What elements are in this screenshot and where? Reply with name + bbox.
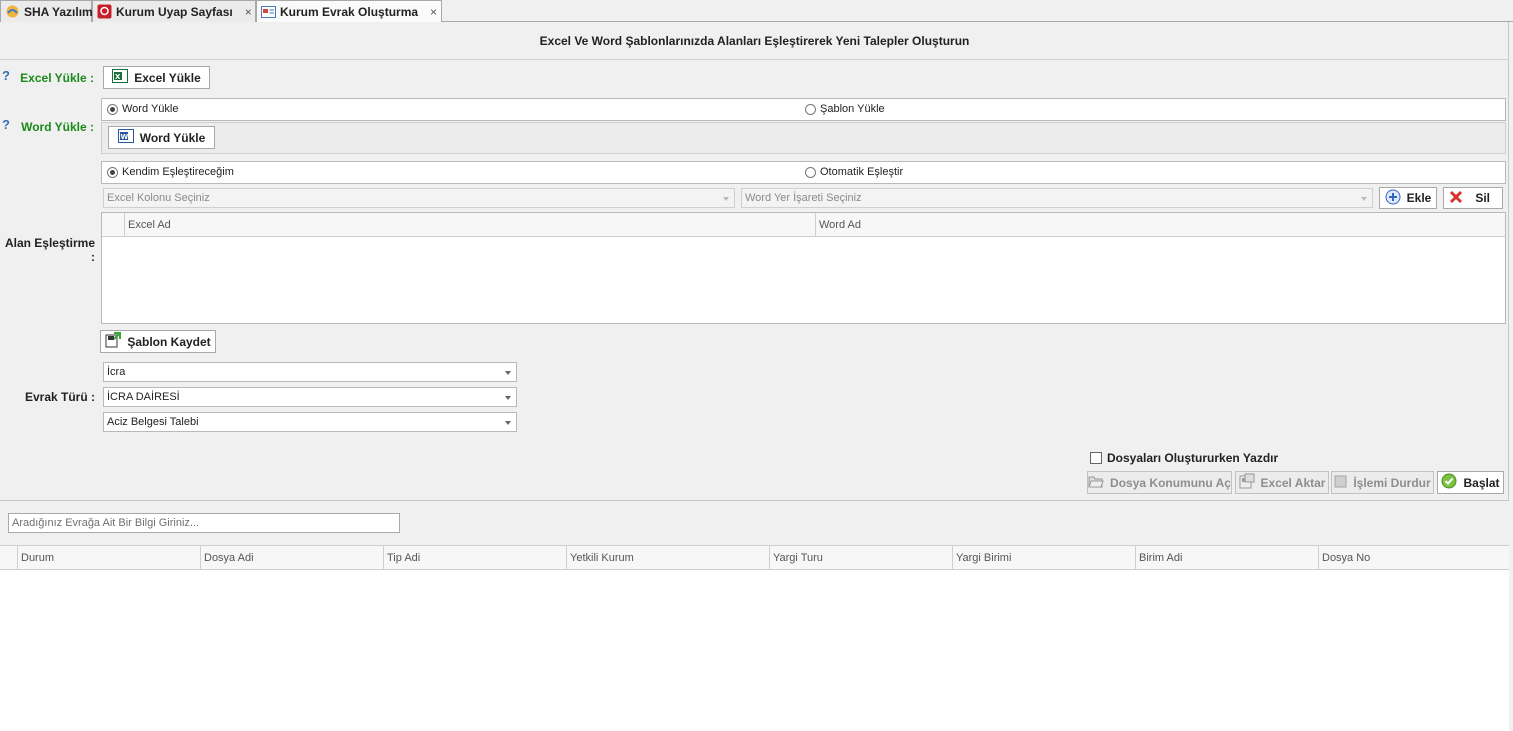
word-bookmark-select[interactable]: Word Yer İşareti Seçiniz: [741, 188, 1373, 208]
radio-word-upload-label: Word Yükle: [122, 103, 179, 115]
request-type-value: Aciz Belgesi Talebi: [107, 416, 199, 428]
tab-label: Kurum Uyap Sayfası: [116, 4, 233, 19]
column-header-dosya-adi[interactable]: Dosya Adi: [200, 546, 383, 569]
stop-process-label: İşlemi Durdur: [1353, 475, 1431, 490]
chevron-down-icon: [1361, 197, 1367, 201]
column-header-durum[interactable]: Durum: [17, 546, 200, 569]
stop-icon: [1334, 475, 1347, 491]
results-grid: Durum Dosya Adi Tip Adi Yetkili Kurum Ya…: [0, 545, 1509, 731]
open-file-location-label: Dosya Konumunu Aç: [1110, 475, 1231, 490]
mapping-mode-radio-group: [101, 161, 1506, 184]
word-source-radio-group: [101, 98, 1506, 121]
delete-mapping-button-label: Sil: [1475, 191, 1490, 205]
radio-unchecked-icon: [805, 103, 816, 115]
word-file-icon: W: [117, 129, 134, 146]
word-upload-label: Word Yükle :: [21, 120, 94, 134]
print-while-creating-label: Dosyaları Oluştururken Yazdır: [1107, 451, 1279, 465]
excel-column-select-placeholder: Excel Kolonu Seçiniz: [107, 192, 210, 204]
chevron-down-icon: [505, 396, 511, 400]
column-header-birim-adi[interactable]: Birim Adi: [1135, 546, 1318, 569]
mapping-grid: Excel Ad Word Ad: [101, 212, 1506, 324]
column-header-word-ad[interactable]: Word Ad: [815, 213, 1505, 236]
radio-auto-mapping-label: Otomatik Eşleştir: [820, 166, 904, 178]
help-icon[interactable]: ?: [2, 117, 10, 132]
start-button-label: Başlat: [1463, 475, 1500, 490]
field-mapping-label: Alan Eşleştirme :: [4, 236, 95, 264]
page-title: Excel Ve Word Şablonlarınızda Alanları E…: [0, 22, 1509, 60]
radio-template-upload-label: Şablon Yükle: [820, 103, 885, 115]
start-button[interactable]: Başlat: [1437, 471, 1504, 494]
checkbox-icon: [1090, 452, 1102, 464]
svg-text:W: W: [120, 133, 128, 141]
stop-process-button[interactable]: İşlemi Durdur: [1331, 471, 1434, 494]
radio-checked-icon: [107, 166, 118, 178]
word-bookmark-select-placeholder: Word Yer İşareti Seçiniz: [745, 192, 862, 204]
excel-export-label: Excel Aktar: [1260, 475, 1326, 490]
word-upload-button-label: Word Yükle: [139, 130, 206, 145]
column-header-yargi-turu[interactable]: Yargi Turu: [769, 546, 952, 569]
radio-template-upload[interactable]: Şablon Yükle: [805, 103, 885, 115]
document-category-select[interactable]: İcra: [103, 362, 517, 382]
chevron-down-icon: [723, 197, 729, 201]
tab-kurum-evrak[interactable]: Kurum Evrak Oluşturma ×: [256, 0, 442, 23]
delete-x-icon: [1448, 189, 1464, 208]
excel-column-select[interactable]: Excel Kolonu Seçiniz: [103, 188, 735, 208]
save-template-button-label: Şablon Kaydet: [127, 334, 211, 349]
column-header-tip-adi[interactable]: Tip Adi: [383, 546, 566, 569]
print-while-creating-checkbox[interactable]: Dosyaları Oluştururken Yazdır: [1090, 451, 1278, 465]
add-mapping-button[interactable]: Ekle: [1379, 187, 1437, 209]
delete-mapping-button[interactable]: Sil: [1443, 187, 1503, 209]
save-template-icon: [105, 332, 122, 351]
radio-checked-icon: [107, 103, 118, 115]
folder-open-icon: [1088, 474, 1104, 491]
excel-upload-button[interactable]: X Excel Yükle: [103, 66, 210, 89]
document-category-value: İcra: [107, 366, 126, 378]
tab-label: Kurum Evrak Oluşturma: [280, 5, 419, 19]
help-icon[interactable]: ?: [2, 68, 10, 83]
excel-upload-button-label: Excel Yükle: [134, 70, 201, 85]
office-type-value: İCRA DAİRESİ: [107, 391, 180, 403]
check-circle-icon: [1441, 473, 1457, 492]
tab-kurum-uyap[interactable]: Kurum Uyap Sayfası ×: [92, 0, 256, 22]
uyap-logo-icon: [97, 4, 112, 19]
sha-logo-icon: [5, 4, 20, 19]
document-form-icon: [261, 5, 276, 20]
svg-text:X: X: [115, 73, 121, 81]
section-divider: [0, 500, 1509, 501]
save-template-button[interactable]: Şablon Kaydet: [100, 330, 216, 353]
search-input[interactable]: Aradığınız Evrağa Ait Bir Bilgi Giriniz.…: [8, 513, 400, 533]
radio-manual-mapping-label: Kendim Eşleştireceğim: [122, 166, 234, 178]
chevron-down-icon: [505, 371, 511, 375]
results-grid-header: Durum Dosya Adi Tip Adi Yetkili Kurum Ya…: [0, 546, 1509, 570]
radio-unchecked-icon: [805, 166, 816, 178]
export-icon: [1239, 473, 1255, 492]
request-type-select[interactable]: Aciz Belgesi Talebi: [103, 412, 517, 432]
column-header-yetkili-kurum[interactable]: Yetkili Kurum: [566, 546, 769, 569]
radio-manual-mapping[interactable]: Kendim Eşleştireceğim: [107, 166, 234, 178]
column-header-dosya-no[interactable]: Dosya No: [1318, 546, 1509, 569]
word-upload-button[interactable]: W Word Yükle: [108, 126, 215, 149]
excel-upload-label: Excel Yükle :: [20, 71, 94, 85]
close-icon[interactable]: ×: [430, 5, 437, 19]
open-file-location-button[interactable]: Dosya Konumunu Aç: [1087, 471, 1232, 494]
excel-file-icon: X: [112, 69, 129, 86]
tab-label: SHA Yazılım: [24, 4, 93, 19]
tab-sha-yazilim[interactable]: SHA Yazılım: [0, 0, 93, 22]
word-upload-container: [101, 122, 1506, 154]
office-type-select[interactable]: İCRA DAİRESİ: [103, 387, 517, 407]
excel-export-button[interactable]: Excel Aktar: [1235, 471, 1329, 494]
document-type-label: Evrak Türü :: [24, 390, 95, 404]
mapping-grid-header: Excel Ad Word Ad: [102, 213, 1505, 237]
add-circle-icon: [1385, 189, 1401, 208]
tab-bar: SHA Yazılım Kurum Uyap Sayfası × Kurum E…: [0, 0, 1513, 23]
search-input-placeholder: Aradığınız Evrağa Ait Bir Bilgi Giriniz.…: [12, 517, 200, 529]
chevron-down-icon: [505, 421, 511, 425]
close-icon[interactable]: ×: [245, 5, 252, 19]
radio-word-upload[interactable]: Word Yükle: [107, 103, 178, 115]
radio-auto-mapping[interactable]: Otomatik Eşleştir: [805, 166, 903, 178]
column-header-yargi-birimi[interactable]: Yargi Birimi: [952, 546, 1135, 569]
column-header-excel-ad[interactable]: Excel Ad: [124, 213, 815, 236]
add-mapping-button-label: Ekle: [1406, 191, 1432, 205]
